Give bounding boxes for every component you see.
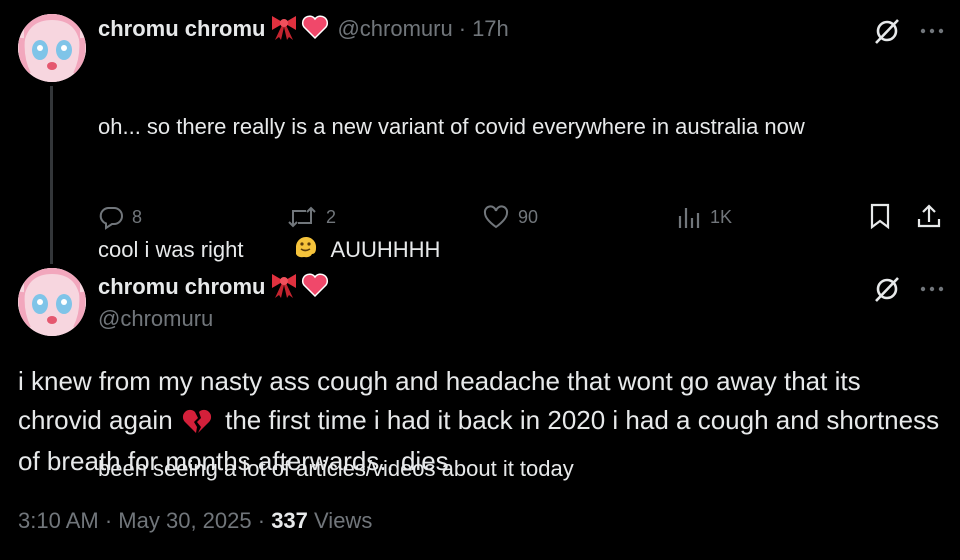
avatar[interactable]: [18, 268, 86, 336]
tweet-footer: 3:10 AM · May 30, 2025 · 337 Views: [18, 508, 372, 534]
grok-icon[interactable]: [872, 274, 902, 304]
like-button[interactable]: 90: [482, 204, 538, 230]
main-top-icons: [872, 274, 944, 304]
share-icon: [917, 204, 941, 228]
repost-count: 2: [326, 206, 337, 227]
heart-emoji-icon: [301, 271, 329, 304]
views-button[interactable]: 1K: [676, 204, 732, 230]
bookmark-button[interactable]: [868, 202, 900, 230]
like-icon: [483, 205, 509, 229]
tweet-time[interactable]: 17h: [472, 16, 509, 42]
share-button[interactable]: [916, 202, 950, 230]
repost-icon: [288, 206, 316, 228]
views-icon: [678, 208, 700, 228]
more-icon[interactable]: [920, 285, 944, 293]
tweet-text-segment: cool i was right: [98, 237, 250, 262]
separator: ·: [458, 16, 467, 41]
handle[interactable]: @chromuru: [98, 306, 213, 332]
bookmark-icon: [870, 203, 890, 230]
reply-button[interactable]: 8: [98, 204, 142, 230]
repost-button[interactable]: 2: [286, 204, 336, 230]
thread-line: [50, 86, 53, 264]
parent-top-icons: [872, 16, 944, 46]
display-name[interactable]: chromu chromu: [98, 16, 265, 42]
like-count: 90: [518, 206, 539, 227]
reply-icon: [99, 207, 123, 230]
tweet-header: chromu chromu @chromuru · 17h: [98, 14, 509, 44]
action-bar: 8 2 90 1K: [98, 202, 948, 232]
ribbon-emoji-icon: [269, 13, 299, 46]
tweet-text-segment: AUUHHHH: [324, 237, 441, 262]
tweet-date[interactable]: May 30, 2025: [118, 508, 251, 533]
broken-heart-emoji-icon: [182, 403, 212, 442]
views-count: 337: [271, 508, 308, 533]
tweet-header: chromu chromu: [98, 272, 329, 302]
main-tweet-text: i knew from my nasty ass cough and heada…: [18, 362, 948, 481]
heart-emoji-icon: [301, 13, 329, 46]
tweet-text-line: oh... so there really is a new variant o…: [98, 114, 805, 139]
separator: ·: [104, 508, 113, 533]
ribbon-emoji-icon: [269, 271, 299, 304]
reply-count: 8: [132, 206, 143, 227]
separator: ·: [257, 508, 266, 533]
views-label: Views: [314, 508, 373, 533]
views-count: 1K: [710, 206, 733, 227]
more-icon[interactable]: [920, 27, 944, 35]
grok-icon[interactable]: [872, 16, 902, 46]
handle[interactable]: @chromuru: [337, 16, 452, 42]
display-name[interactable]: chromu chromu: [98, 274, 265, 300]
tweet-timestamp[interactable]: 3:10 AM: [18, 508, 99, 533]
avatar[interactable]: [18, 14, 86, 82]
